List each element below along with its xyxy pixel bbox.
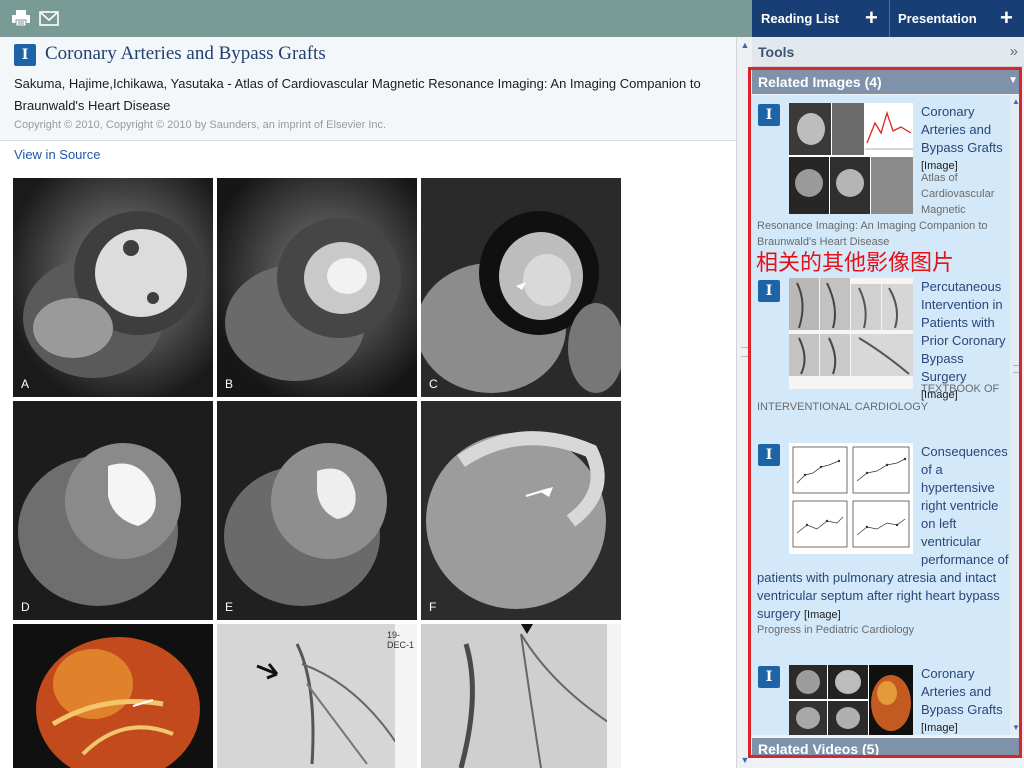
scroll-up-arrow-icon[interactable]: ▲ [739,39,751,51]
document-header: I Coronary Arteries and Bypass Grafts Sa… [0,37,736,141]
reading-list-button[interactable]: Reading List + [761,0,881,37]
sidebar-toolbar: Reading List + Presentation + [752,0,1024,37]
view-in-source-link[interactable]: View in Source [14,147,100,162]
mri-panel-a: A [13,178,213,397]
print-icon[interactable] [11,9,31,27]
mri-panel-c: C [421,178,621,397]
mri-panel-b: B [217,178,417,397]
toolbar-divider [889,0,890,37]
viewer-window: I Coronary Arteries and Bypass Grafts Sa… [0,0,1024,768]
panel-label: D [21,600,30,614]
panel-label: A [21,377,30,391]
tools-panel-header[interactable]: Tools » [752,37,1024,67]
image-type-icon: I [14,44,36,66]
email-icon[interactable] [39,9,59,27]
highlight-frame [748,67,1022,758]
page-title: Coronary Arteries and Bypass Grafts [45,43,326,64]
panel-label: E [225,600,234,614]
presentation-label: Presentation [898,11,977,26]
content-toolbar [0,0,752,37]
reading-list-label: Reading List [761,11,840,26]
panel-label: B [225,377,234,391]
scroll-grip[interactable] [741,347,748,357]
mri-panel-f: F [421,401,621,620]
cardiac-ct-render [13,624,213,768]
tools-label: Tools [758,44,795,60]
document-pane: I Coronary Arteries and Bypass Grafts Sa… [0,37,736,768]
figure-image: A B C D E F 19-DEC-1 [13,178,621,768]
expand-chevron-icon[interactable]: » [1010,43,1018,60]
panel-label: F [429,600,437,614]
mri-panel-e: E [217,401,417,620]
angiogram-date-label: 19-DEC-1 [387,630,415,650]
angiogram-panel-2 [421,624,621,768]
citation-text: Sakuma, Hajime,Ichikawa, Yasutaka - Atla… [14,76,701,113]
presentation-button[interactable]: Presentation + [898,0,1018,37]
sidebar-footer [752,758,1024,768]
add-icon: + [1000,5,1013,30]
copyright-text: Copyright © 2010, Copyright © 2010 by Sa… [14,119,387,131]
angiogram-panel-1: 19-DEC-1 [217,624,417,768]
add-icon: + [865,5,878,30]
mri-panel-d: D [13,401,213,620]
panel-label: C [429,377,438,391]
